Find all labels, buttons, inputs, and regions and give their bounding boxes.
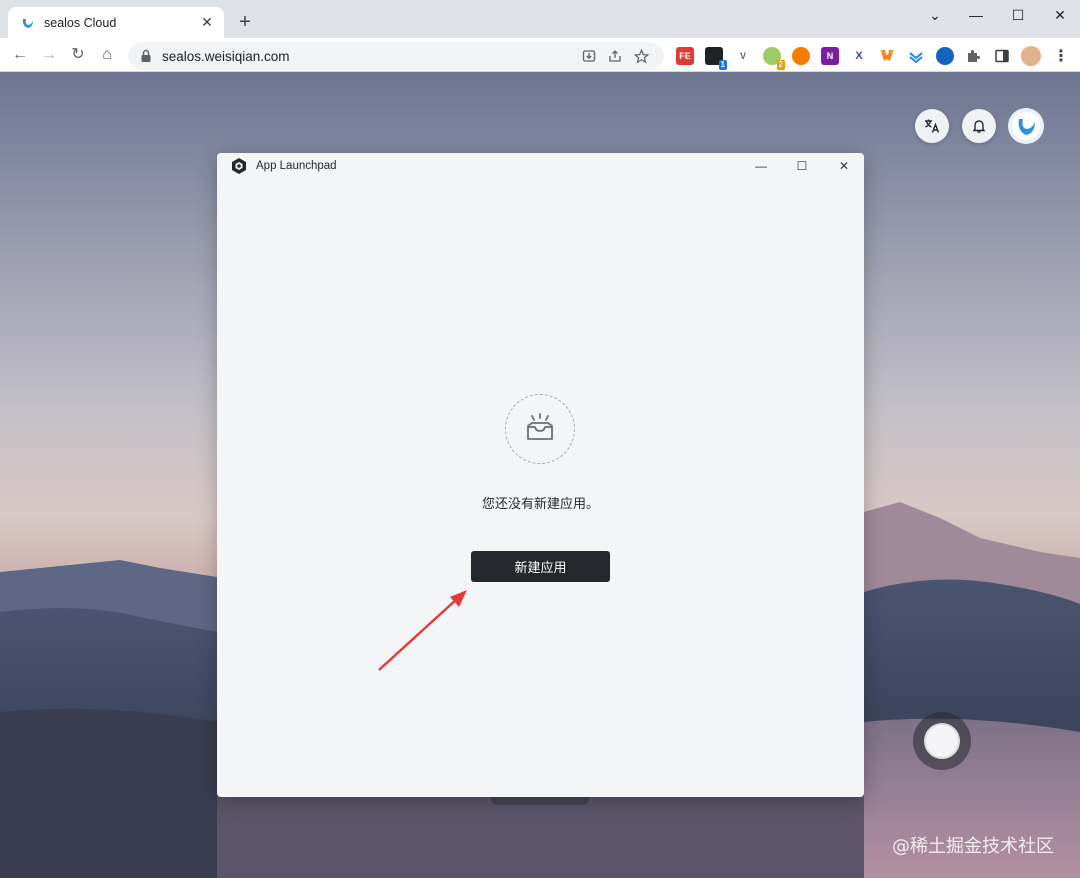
home-button[interactable]: ⌂ (95, 43, 119, 67)
browser-tab-strip: sealos Cloud ✕ + ⌄ — ☐ ✕ (0, 0, 1080, 38)
app-minimize-button[interactable]: — (750, 156, 772, 176)
bookmark-star-icon[interactable] (628, 43, 654, 69)
profile-avatar[interactable] (1021, 46, 1041, 66)
tab-title: sealos Cloud (44, 15, 117, 30)
app-maximize-button[interactable]: ☐ (791, 156, 813, 176)
tab-search-dropdown-icon[interactable]: ⌄ (915, 4, 955, 28)
bell-icon (972, 120, 986, 133)
window-title-bar[interactable]: App Launchpad — ☐ ✕ (217, 153, 864, 179)
extension-5-icon[interactable] (792, 47, 810, 65)
tab-close-icon[interactable]: ✕ (198, 14, 216, 31)
floating-ball-icon (924, 723, 960, 759)
translate-icon (925, 119, 940, 133)
browser-toolbar: ← → ↻ ⌂ sealos.weisiqian.com FE 1 V 2 N … (0, 38, 1080, 72)
empty-inbox-icon (527, 413, 553, 440)
install-app-icon[interactable] (576, 43, 602, 69)
address-bar[interactable]: sealos.weisiqian.com (128, 42, 664, 70)
create-app-button[interactable]: 新建应用 (471, 551, 610, 582)
sealos-favicon-icon (22, 18, 33, 28)
reload-button[interactable]: ↻ (66, 43, 90, 67)
language-button[interactable] (915, 109, 949, 143)
extension-9-icon[interactable] (907, 47, 925, 65)
empty-state-illustration (505, 394, 575, 464)
window-close-button[interactable]: ✕ (1040, 4, 1080, 28)
empty-state-message: 您还没有新建应用。 (481, 497, 599, 512)
extension-10-icon[interactable] (936, 47, 954, 65)
app-close-button[interactable]: ✕ (833, 156, 855, 176)
extension-2-icon[interactable]: 1 (705, 47, 727, 70)
extension-x-icon[interactable]: X (850, 47, 868, 65)
window-maximize-button[interactable]: ☐ (998, 4, 1038, 28)
onenote-extension-icon[interactable]: N (821, 47, 839, 65)
extensions-puzzle-icon[interactable] (964, 47, 982, 65)
browser-menu-icon[interactable]: ⋮ (1052, 47, 1070, 65)
floating-assistant-button[interactable] (913, 712, 971, 770)
fe-helper-extension-icon[interactable]: FE (676, 47, 694, 65)
side-panel-icon[interactable] (993, 47, 1011, 65)
app-launchpad-logo-icon (232, 158, 246, 174)
extension-4-icon[interactable]: 2 (763, 47, 785, 70)
app-launchpad-window: App Launchpad — ☐ ✕ 您还没有新建应用。 新建应用 (217, 153, 864, 797)
new-tab-button[interactable]: + (234, 11, 256, 33)
share-icon[interactable] (602, 43, 628, 69)
url-text[interactable]: sealos.weisiqian.com (162, 49, 576, 64)
metamask-extension-icon[interactable] (878, 47, 896, 65)
sealos-logo-icon (1012, 112, 1040, 140)
vue-devtools-extension-icon[interactable]: V (734, 47, 752, 65)
window-minimize-button[interactable]: — (956, 4, 996, 28)
notification-button[interactable] (962, 109, 996, 143)
user-avatar-button[interactable] (1008, 108, 1044, 144)
forward-button[interactable]: → (37, 43, 61, 67)
back-button[interactable]: ← (8, 43, 32, 67)
watermark: @稀土掘金技术社区 (892, 836, 1054, 857)
window-title: App Launchpad (256, 160, 337, 172)
lock-icon (141, 49, 151, 62)
browser-tab[interactable]: sealos Cloud ✕ (8, 7, 224, 38)
